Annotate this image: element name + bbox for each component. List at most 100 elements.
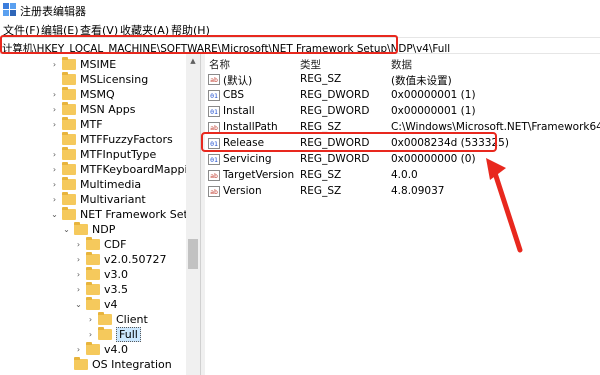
- tree-scrollbar[interactable]: ▲: [186, 54, 200, 375]
- string-value-icon: ab: [208, 74, 220, 85]
- chevron-right-icon[interactable]: ›: [50, 177, 59, 192]
- tree-item[interactable]: › MSMQ: [50, 87, 115, 102]
- values-list[interactable]: 名称 类型 数据 ab (默认) REG_SZ (数值未设置) 01 CBS REG_DWO…: [205, 54, 600, 375]
- tree-scroll-thumb[interactable]: [188, 239, 198, 269]
- chevron-right-icon[interactable]: ›: [74, 252, 83, 267]
- release-highlight-box: [201, 132, 497, 152]
- value-row[interactable]: 01 Servicing REG_DWORD 0x00000000 (0): [205, 152, 600, 168]
- column-header-name[interactable]: 名称: [209, 57, 230, 72]
- folder-icon: [86, 297, 100, 310]
- chevron-right-icon[interactable]: ›: [74, 267, 83, 282]
- chevron-right-icon[interactable]: ›: [50, 102, 59, 117]
- value-name: Install: [223, 105, 255, 117]
- tree-item[interactable]: › MSN Apps: [50, 102, 135, 117]
- folder-icon: [86, 252, 100, 265]
- tree-item-label: MSIME: [80, 58, 117, 71]
- folder-icon: [86, 237, 100, 250]
- value-row[interactable]: ab Version REG_SZ 4.8.09037: [205, 184, 600, 200]
- value-name: (默认): [223, 75, 253, 87]
- tree-item[interactable]: MSLicensing: [50, 72, 148, 87]
- tree-item[interactable]: › Multimedia: [50, 177, 141, 192]
- folder-icon: [86, 267, 100, 280]
- chevron-right-icon[interactable]: ›: [50, 147, 59, 162]
- chevron-right-icon[interactable]: ›: [50, 192, 59, 207]
- tree-item-label: Multimedia: [80, 178, 142, 191]
- tree-item[interactable]: ⌄ NDP: [62, 222, 115, 237]
- key-tree[interactable]: › MSIME MSLicensing › MSMQ › MSN Apps › MTF MTFFu…: [0, 54, 200, 375]
- scroll-up-arrow-icon[interactable]: ▲: [186, 54, 200, 68]
- column-header-type[interactable]: 类型: [300, 57, 321, 72]
- tree-item-label: MTFKeyboardMappings: [80, 163, 200, 176]
- tree-item[interactable]: MTFFuzzyFactors: [50, 132, 173, 147]
- tree-item[interactable]: › MSIME: [50, 57, 116, 72]
- window-title: 注册表编辑器: [20, 5, 86, 18]
- string-value-icon: ab: [208, 186, 220, 197]
- folder-icon: [62, 192, 76, 205]
- tree-item-label: v2.0.50727: [104, 253, 167, 266]
- value-type: REG_DWORD: [300, 89, 370, 101]
- tree-item[interactable]: › Client: [86, 312, 148, 327]
- tree-item[interactable]: › Full: [86, 327, 141, 342]
- title-bar: 注册表编辑器: [0, 0, 600, 20]
- tree-item[interactable]: › MTFKeyboardMappings: [50, 162, 200, 177]
- value-name: TargetVersion: [223, 169, 295, 181]
- tree-item[interactable]: OS Integration: [62, 357, 172, 372]
- chevron-down-icon[interactable]: ⌄: [62, 222, 71, 237]
- chevron-right-icon[interactable]: ›: [86, 312, 95, 327]
- tree-item-label: Client: [116, 313, 148, 326]
- value-data: (数值未设置): [391, 75, 452, 87]
- value-row[interactable]: ab TargetVersion REG_SZ 4.0.0: [205, 168, 600, 184]
- dword-value-icon: 01: [208, 106, 220, 117]
- chevron-right-icon[interactable]: [62, 357, 71, 372]
- tree-item[interactable]: › v3.0: [74, 267, 128, 282]
- value-data: 0x00000001 (1): [391, 105, 476, 117]
- tree-item[interactable]: › MTF: [50, 117, 103, 132]
- folder-icon: [86, 342, 100, 355]
- tree-item[interactable]: › v3.5: [74, 282, 128, 297]
- tree-item-label: NET Framework Setup: [80, 208, 200, 221]
- value-row[interactable]: 01 Install REG_DWORD 0x00000001 (1): [205, 104, 600, 120]
- tree-item-label: v4: [104, 298, 118, 311]
- tree-item-label: MSMQ: [80, 88, 115, 101]
- value-row[interactable]: 01 CBS REG_DWORD 0x00000001 (1): [205, 88, 600, 104]
- chevron-down-icon[interactable]: ⌄: [74, 297, 83, 312]
- tree-item-label: OS Integration: [92, 358, 172, 371]
- chevron-right-icon[interactable]: ›: [74, 282, 83, 297]
- tree-item-label: NDP: [92, 223, 116, 236]
- tree-item[interactable]: › v4.0: [74, 342, 128, 357]
- chevron-right-icon[interactable]: [50, 72, 59, 87]
- chevron-right-icon[interactable]: ›: [86, 327, 95, 342]
- value-data: 4.0.0: [391, 169, 418, 181]
- address-highlight-box: [0, 35, 398, 54]
- tree-item[interactable]: › v2.0.50727: [74, 252, 167, 267]
- chevron-right-icon[interactable]: ›: [74, 342, 83, 357]
- chevron-right-icon[interactable]: [50, 132, 59, 147]
- tree-item-label: MTFFuzzyFactors: [80, 133, 173, 146]
- chevron-right-icon[interactable]: ›: [50, 57, 59, 72]
- tree-item[interactable]: ⌄ NET Framework Setup: [50, 207, 200, 222]
- value-name: Version: [223, 185, 262, 197]
- value-row[interactable]: ab (默认) REG_SZ (数值未设置): [205, 72, 600, 88]
- tree-item[interactable]: › MTFInputType: [50, 147, 156, 162]
- tree-item[interactable]: › Multivariant: [50, 192, 146, 207]
- folder-icon: [98, 312, 112, 325]
- chevron-right-icon[interactable]: ›: [50, 162, 59, 177]
- chevron-down-icon[interactable]: ⌄: [50, 207, 59, 222]
- tree-item-label: v3.5: [104, 283, 129, 296]
- folder-icon: [62, 87, 76, 100]
- folder-icon: [62, 147, 76, 160]
- chevron-right-icon[interactable]: ›: [74, 237, 83, 252]
- tree-item[interactable]: ⌄ v4: [74, 297, 118, 312]
- folder-icon: [62, 102, 76, 115]
- tree-item-label: Full: [116, 327, 141, 342]
- dword-value-icon: 01: [208, 90, 220, 101]
- tree-item[interactable]: › CDF: [74, 237, 126, 252]
- folder-icon: [62, 162, 76, 175]
- value-type: REG_SZ: [300, 73, 342, 85]
- folder-icon: [74, 222, 88, 235]
- folder-icon: [62, 57, 76, 70]
- column-header-data[interactable]: 数据: [391, 57, 412, 72]
- value-type: REG_SZ: [300, 169, 342, 181]
- chevron-right-icon[interactable]: ›: [50, 87, 59, 102]
- chevron-right-icon[interactable]: ›: [50, 117, 59, 132]
